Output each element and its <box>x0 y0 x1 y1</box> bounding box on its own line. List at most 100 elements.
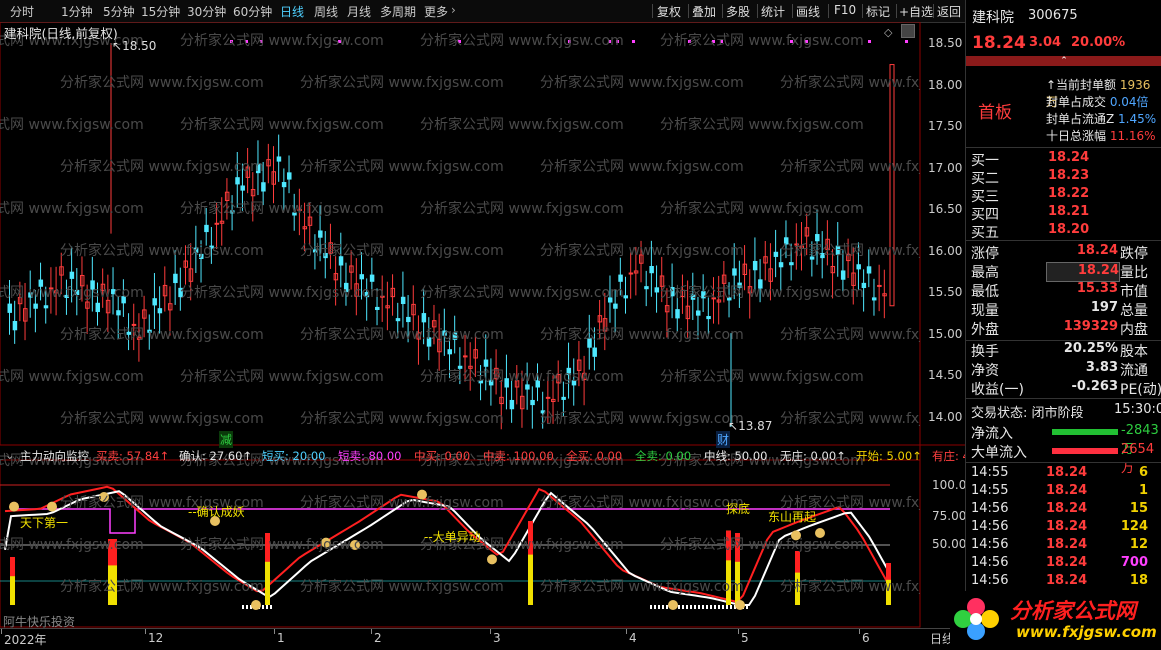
bid-price[interactable]: 18.23 <box>1048 168 1089 186</box>
logo-text: 分析家公式网 <box>1010 599 1136 623</box>
signal-dot <box>260 40 263 43</box>
draw-line-button[interactable]: 画线 <box>796 3 820 20</box>
bid-price[interactable]: 18.22 <box>1048 186 1089 204</box>
low-price-label: ↖13.87 <box>728 419 773 433</box>
divider <box>966 240 1161 241</box>
annotation-dadan: --大单异动 <box>424 530 481 544</box>
candle-body <box>204 224 209 233</box>
indicator-name[interactable]: 主力动向监控 <box>20 448 89 464</box>
date-label: 2 <box>374 631 382 645</box>
candle-body <box>457 365 463 369</box>
money-bag-icon <box>815 528 825 538</box>
tab-15min[interactable]: 15分钟 <box>141 3 180 20</box>
tab-30min[interactable]: 30分钟 <box>187 3 226 20</box>
signal-dot <box>688 40 691 43</box>
bottom-bar <box>690 605 692 609</box>
candle-body <box>33 303 38 309</box>
multi-stock-button[interactable]: 多股 <box>726 3 750 20</box>
diamond-icon[interactable]: ◇ <box>884 26 892 39</box>
date-tick <box>626 629 627 634</box>
add-watchlist-button[interactable]: +自选 <box>899 3 933 20</box>
tab-1min[interactable]: 1分钟 <box>61 3 93 20</box>
tab-60min[interactable]: 60分钟 <box>233 3 272 20</box>
quote-label: 最高 <box>971 265 999 281</box>
candle-body <box>509 399 515 410</box>
date-label: 1 <box>277 631 285 645</box>
candle-body <box>530 399 535 406</box>
candle-body <box>861 282 867 289</box>
fuquan-button[interactable]: 复权 <box>657 3 681 20</box>
stats-button[interactable]: 统计 <box>761 3 785 20</box>
bottom-bar <box>686 605 688 609</box>
candle-body <box>193 247 199 253</box>
candle-body <box>618 274 623 282</box>
bid-price[interactable]: 18.24 <box>1048 150 1089 168</box>
bottom-bar <box>262 605 264 609</box>
stat-label: ↑当前封单额 <box>1046 78 1120 92</box>
date-label: 12 <box>148 631 164 645</box>
signal-bar <box>886 563 891 580</box>
tab-5min[interactable]: 5分钟 <box>103 3 135 20</box>
back-button[interactable]: 返回 <box>937 3 961 20</box>
money-bag-icon <box>487 554 497 565</box>
collapse-bar[interactable]: ⌃ <box>966 56 1161 66</box>
candle-body <box>406 316 411 323</box>
candle-body <box>654 287 660 293</box>
candle-body <box>90 280 95 290</box>
candle-body <box>297 208 302 211</box>
bid-price[interactable]: 18.20 <box>1048 222 1089 240</box>
big-inflow-bar <box>1052 448 1118 454</box>
candle-body <box>809 256 815 260</box>
candle-body <box>318 230 323 238</box>
divider <box>757 4 758 18</box>
settings-icon[interactable] <box>901 24 915 38</box>
bottom-bar <box>722 605 724 609</box>
signal-bar <box>112 539 117 566</box>
quote-sidebar: 建科院 300675 18.24 3.04 20.00% ⌃ 首板 ↑当前封单额… <box>965 0 1161 649</box>
bottom-bar <box>746 605 748 609</box>
tab-fenshi[interactable]: 分时 <box>10 3 34 20</box>
quote-label: 收益(一) <box>971 382 1024 398</box>
mark-button[interactable]: 标记 <box>866 3 890 20</box>
indicator-collapse-icon[interactable]: ⌄ <box>5 448 15 462</box>
candle-body <box>737 282 742 288</box>
price-tick: 17.00 <box>928 160 963 175</box>
divider <box>652 4 653 18</box>
big-inflow-value: 2654万 <box>1121 442 1155 476</box>
stat-row: ↑当前封单额 1936万 <box>1046 76 1161 109</box>
overlay-button[interactable]: 叠加 <box>692 3 716 20</box>
tab-monthly[interactable]: 月线 <box>347 3 371 20</box>
candle-body <box>447 349 452 355</box>
tick-time: 14:56 <box>971 519 1009 534</box>
signal-bar <box>265 533 270 562</box>
chevron-right-icon[interactable]: › <box>451 3 456 17</box>
candle-body <box>587 338 592 348</box>
kline-chart-area[interactable] <box>0 22 965 649</box>
candle-body <box>644 286 649 290</box>
candle-body <box>525 384 530 390</box>
candle-body <box>364 291 370 298</box>
divider <box>966 398 1161 399</box>
bottom-bar <box>650 605 652 609</box>
candle-body <box>789 262 794 266</box>
signal-dot <box>868 40 871 43</box>
quote-label: 跌停 <box>1120 246 1148 262</box>
tab-multi-period[interactable]: 多周期 <box>380 3 416 20</box>
quote-value: 197 <box>1090 300 1118 315</box>
chevron-up-icon[interactable]: ⌃ <box>966 56 1161 66</box>
candle-body <box>628 272 634 275</box>
candle-body <box>871 297 877 301</box>
bid-price[interactable]: 18.21 <box>1048 204 1089 222</box>
divider <box>862 4 863 18</box>
candle-body <box>323 252 328 259</box>
candle-body <box>48 287 54 290</box>
bottom-bar <box>246 605 248 609</box>
tab-more[interactable]: 更多 <box>424 3 448 20</box>
tab-daily[interactable]: 日线 <box>280 3 304 20</box>
candle-body <box>111 289 116 295</box>
money-bag-icon <box>251 600 261 610</box>
candle-body <box>877 284 882 287</box>
tab-weekly[interactable]: 周线 <box>314 3 338 20</box>
candle-body <box>732 268 737 276</box>
f10-button[interactable]: F10 <box>834 3 856 17</box>
